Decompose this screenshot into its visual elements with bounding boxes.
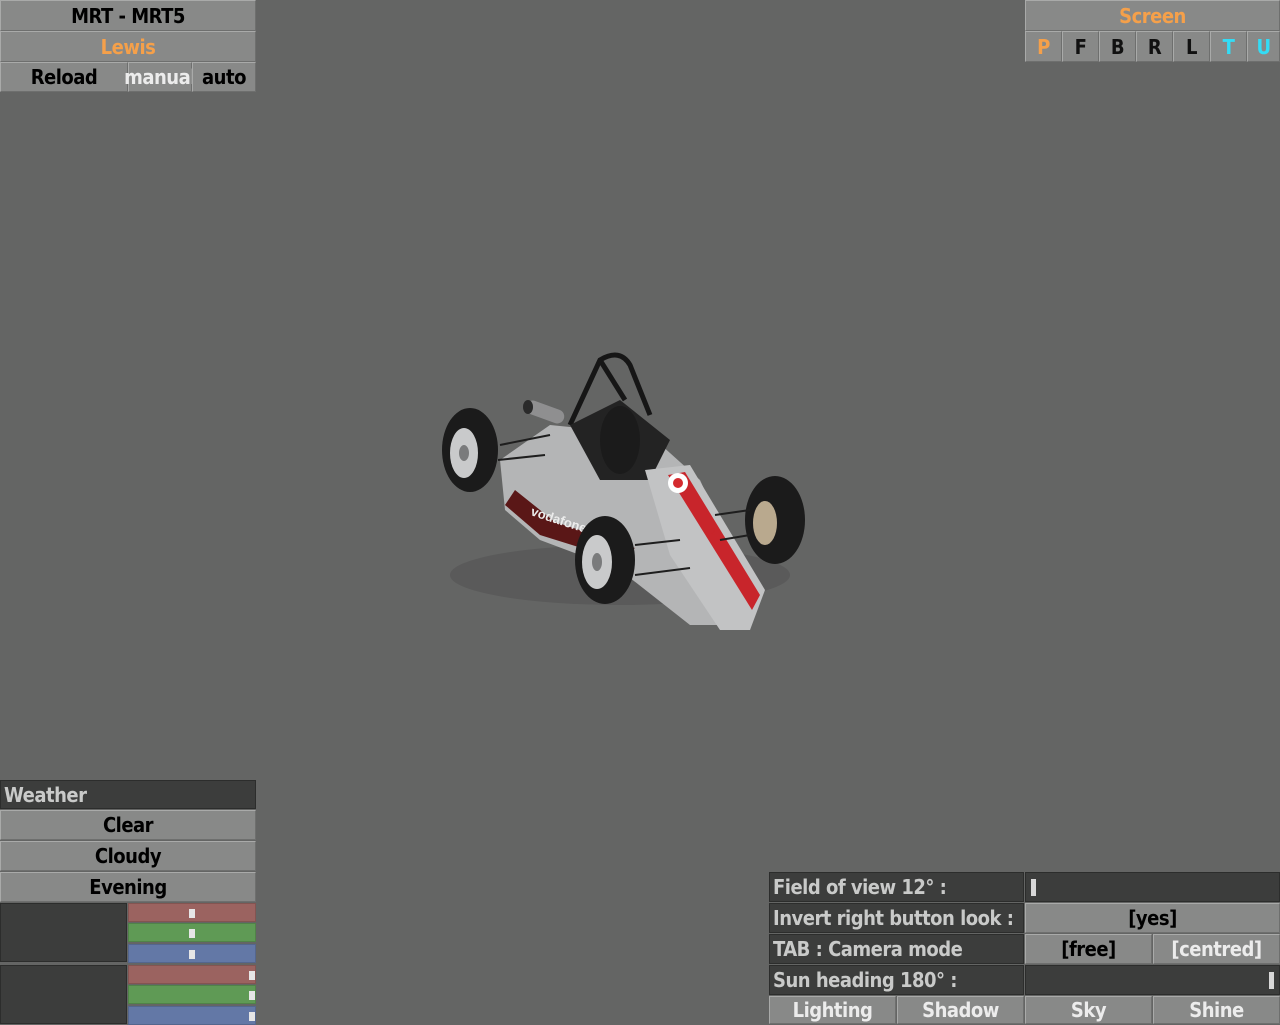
colour-slider-handle[interactable] [189,950,195,959]
colour-slider-handle[interactable] [249,971,255,980]
lighting-button[interactable]: Lighting [769,996,896,1024]
sun-heading-slider[interactable] [1025,965,1280,995]
colour-slider-blue[interactable] [128,944,256,963]
weather-clear-button[interactable]: Clear [0,810,256,840]
view-button-p[interactable]: P [1025,31,1062,62]
colour-slider-blue[interactable] [128,1006,256,1025]
weather-header: Weather [0,780,256,809]
shadow-button[interactable]: Shadow [897,996,1024,1024]
view-button-b[interactable]: B [1099,31,1136,62]
colour-slider-handle[interactable] [249,1012,255,1021]
camera-mode-label: TAB : Camera mode [769,934,1024,964]
colour-slider-green[interactable] [128,985,256,1004]
colour-slider-red[interactable] [128,965,256,984]
colour-slider-handle[interactable] [249,991,255,1000]
sun-heading-label: Sun heading 180° : [769,965,1024,995]
camera-mode-free-button[interactable]: [free] [1025,934,1152,964]
invert-look-label: Invert right button look : [769,903,1024,933]
race-car-model: vodafone 2 [442,352,805,630]
view-button-u[interactable]: U [1247,31,1280,62]
reload-button[interactable]: Reload [0,62,128,92]
auto-button[interactable]: auto [192,62,256,92]
sky-button[interactable]: Sky [1025,996,1152,1024]
sun-colour-preview [0,965,127,1024]
colour-slider-red[interactable] [128,903,256,922]
wheel-front-left [575,516,635,604]
wheel-rear-right [600,406,640,474]
view-button-l[interactable]: L [1173,31,1210,62]
colour-slider-green[interactable] [128,923,256,942]
camera-mode-centred-button[interactable]: [centred] [1153,934,1280,964]
colour-slider-handle[interactable] [189,909,195,918]
nose-number: 2 [710,527,716,538]
fov-label: Field of view 12° : [769,872,1024,902]
fov-slider-handle[interactable] [1031,879,1036,896]
fov-slider[interactable] [1025,872,1280,902]
sun-heading-slider-handle[interactable] [1269,972,1274,989]
ambient-colour-preview [0,903,127,962]
colour-slider-handle[interactable] [189,929,195,938]
invert-look-toggle[interactable]: [yes] [1025,903,1280,933]
weather-evening-button[interactable]: Evening [0,872,256,902]
driver-name-button[interactable]: Lewis [0,31,256,62]
screen-button[interactable]: Screen [1025,0,1280,31]
view-button-t[interactable]: T [1210,31,1247,62]
view-button-r[interactable]: R [1136,31,1173,62]
exhaust [523,400,565,424]
wheel-front-right [745,476,805,564]
shine-button[interactable]: Shine [1153,996,1280,1024]
weather-cloudy-button[interactable]: Cloudy [0,841,256,871]
manual-button[interactable]: manual [124,62,196,92]
car-title-button[interactable]: MRT - MRT5 [0,0,256,31]
view-button-f[interactable]: F [1062,31,1099,62]
wheel-rear-left [442,408,498,492]
